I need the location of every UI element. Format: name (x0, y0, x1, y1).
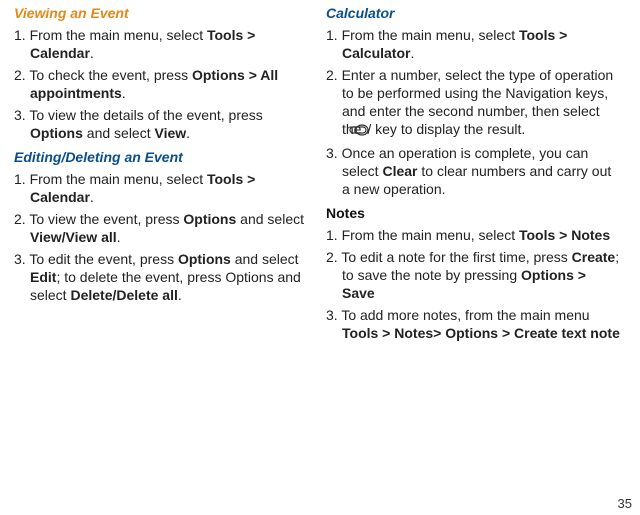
list-item: 2. To view the event, press Options and … (14, 210, 310, 246)
list-item: 3. To add more notes, from the main menu… (326, 306, 622, 342)
list-item: 3. To edit the event, press Options and … (14, 250, 310, 304)
list-item: 2. To edit a note for the first time, pr… (326, 248, 622, 302)
list-item: 3. To view the details of the event, pre… (14, 106, 310, 142)
list-editing-event: 1. From the main menu, select Tools > Ca… (14, 170, 310, 304)
page-number: 35 (618, 496, 632, 511)
heading-viewing-event: Viewing an Event (14, 4, 310, 22)
list-notes: 1. From the main menu, select Tools > No… (326, 226, 622, 342)
list-item: 1. From the main menu, select Tools > No… (326, 226, 622, 244)
list-item: 1. From the main menu, select Tools > Ca… (14, 170, 310, 206)
heading-notes: Notes (326, 204, 622, 222)
list-item: 1. From the main menu, select Tools > Ca… (326, 26, 622, 62)
right-column: Calculator 1. From the main menu, select… (326, 4, 622, 346)
list-viewing-event: 1. From the main menu, select Tools > Ca… (14, 26, 310, 142)
list-item: 2. Enter a number, select the type of op… (326, 66, 622, 140)
list-calculator: 1. From the main menu, select Tools > Ca… (326, 26, 622, 198)
list-item: 1. From the main menu, select Tools > Ca… (14, 26, 310, 62)
left-column: Viewing an Event 1. From the main menu, … (14, 4, 310, 346)
heading-calculator: Calculator (326, 4, 622, 22)
list-item: 3. Once an operation is complete, you ca… (326, 144, 622, 198)
list-item: 2. To check the event, press Options > A… (14, 66, 310, 102)
heading-editing-event: Editing/Deleting an Event (14, 148, 310, 166)
